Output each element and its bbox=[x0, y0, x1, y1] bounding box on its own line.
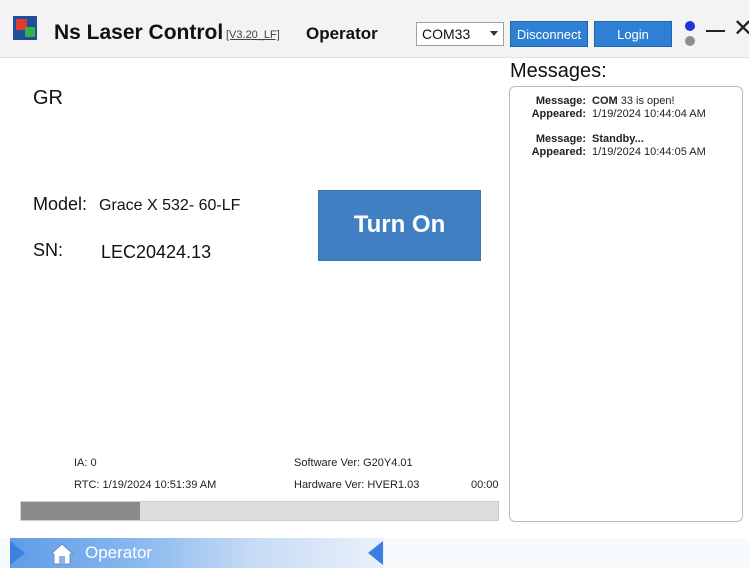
version-label: [V3.20_LF] bbox=[226, 29, 280, 41]
login-button[interactable]: Login bbox=[594, 21, 672, 47]
app-title: Ns Laser Control bbox=[54, 21, 224, 44]
messages-title: Messages: bbox=[510, 60, 607, 82]
home-icon bbox=[49, 543, 75, 565]
appeared-time: 1/19/2024 10:44:05 AM bbox=[592, 146, 706, 158]
turn-on-button[interactable]: Turn On bbox=[318, 190, 481, 261]
nav-arrow-right-icon bbox=[368, 541, 383, 565]
com-port-select[interactable]: COM33 bbox=[416, 22, 504, 46]
appeared-key: Appeared: bbox=[531, 146, 586, 158]
status-dot-gray-icon bbox=[685, 36, 695, 46]
message-key: Message: bbox=[535, 133, 586, 145]
sn-value: LEC20424.13 bbox=[101, 242, 212, 262]
model-label: Model: bbox=[33, 194, 88, 214]
rtc-readout: RTC: 1/19/2024 10:51:39 AM bbox=[74, 479, 217, 491]
minimize-icon[interactable] bbox=[706, 30, 725, 32]
app-logo-icon bbox=[13, 16, 37, 40]
mode-title: Operator bbox=[306, 24, 378, 43]
chevron-down-icon bbox=[490, 31, 498, 36]
close-icon[interactable]: ✕ bbox=[733, 17, 749, 41]
progress-fill bbox=[21, 502, 141, 520]
model-value: Grace X 532- 60-LF bbox=[99, 197, 241, 214]
nav-arrow-left-icon bbox=[10, 541, 25, 565]
appeared-key: Appeared: bbox=[531, 108, 586, 120]
message-text: COM 33 is open! bbox=[592, 95, 675, 107]
hardware-version: Hardware Ver: HVER1.03 bbox=[294, 479, 420, 491]
software-version: Software Ver: G20Y4.01 bbox=[294, 457, 413, 469]
messages-panel[interactable]: Message: COM 33 is open! Appeared: 1/19/… bbox=[509, 86, 743, 522]
sn-label: SN: bbox=[33, 240, 64, 260]
nav-label: Operator bbox=[85, 543, 153, 562]
progress-bar bbox=[20, 501, 499, 521]
message-text: Standby... bbox=[592, 133, 644, 145]
ia-readout: IA: 0 bbox=[74, 457, 97, 469]
section-label: GR bbox=[33, 87, 63, 109]
appeared-time: 1/19/2024 10:44:04 AM bbox=[592, 108, 706, 120]
com-port-value: COM33 bbox=[422, 26, 471, 42]
message-key: Message: bbox=[535, 95, 586, 107]
elapsed-time: 00:00 bbox=[471, 479, 499, 491]
title-bar: Ns Laser Control [V3.20_LF] Operator COM… bbox=[0, 0, 749, 58]
disconnect-button[interactable]: Disconnect bbox=[510, 21, 588, 47]
status-dot-blue-icon bbox=[685, 21, 695, 31]
